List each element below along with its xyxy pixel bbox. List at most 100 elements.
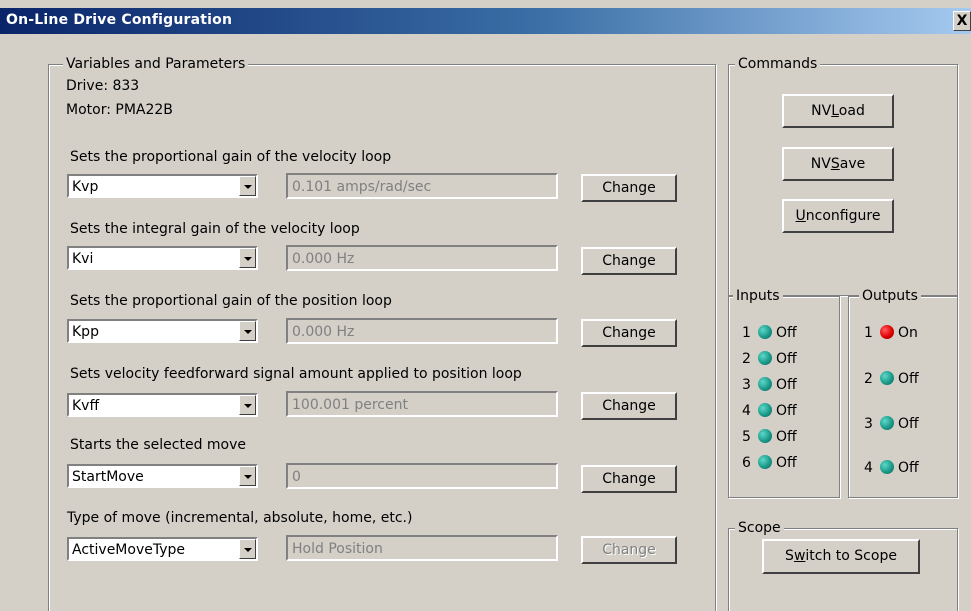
chevron-down-icon[interactable] <box>239 539 256 559</box>
param-value-text: 0.000 Hz <box>292 324 355 340</box>
window-title: On-Line Drive Configuration <box>6 12 233 28</box>
input-number: 3 <box>742 377 751 393</box>
param-value-field: Hold Position <box>286 535 558 561</box>
output-state: Off <box>898 371 919 387</box>
input-indicator: 4 Off <box>742 402 797 420</box>
variables-legend: Variables and Parameters <box>63 55 249 73</box>
param-value-text: 0.000 Hz <box>292 251 355 267</box>
input-indicator: 5 Off <box>742 428 797 446</box>
change-button-activemovetype[interactable]: Change <box>581 536 677 564</box>
param-select-value: Kpp <box>72 324 99 340</box>
param-select-kpp[interactable]: Kpp <box>67 319 258 343</box>
input-number: 6 <box>742 455 751 471</box>
led-off-icon <box>758 403 772 417</box>
param-description: Type of move (incremental, absolute, hom… <box>67 510 413 526</box>
chevron-down-icon[interactable] <box>239 466 256 486</box>
label-part: oad <box>838 103 865 119</box>
output-number: 4 <box>864 460 873 476</box>
param-select-kvp[interactable]: Kvp <box>67 174 258 198</box>
led-off-icon <box>758 429 772 443</box>
nvsave-button[interactable]: NVSave <box>782 147 894 181</box>
param-description: Sets the proportional gain of the positi… <box>70 293 392 309</box>
output-indicator: 3 Off <box>864 415 919 433</box>
output-indicator: 2 Off <box>864 370 919 388</box>
label-part: nconfigure <box>805 208 881 224</box>
input-indicator: 6 Off <box>742 454 797 472</box>
change-button-startmove[interactable]: Change <box>581 465 677 493</box>
chevron-down-icon[interactable] <box>239 248 256 268</box>
param-value-field: 100.001 percent <box>286 391 558 417</box>
output-number: 1 <box>864 325 873 341</box>
output-indicator: 1 On <box>864 324 918 342</box>
input-number: 4 <box>742 403 751 419</box>
switch-to-scope-button[interactable]: Switch to Scope <box>762 539 920 574</box>
nvload-button[interactable]: NVLoad <box>782 94 894 128</box>
param-description: Starts the selected move <box>70 437 247 453</box>
param-value-field: 0.000 Hz <box>286 318 558 344</box>
param-select-kvff[interactable]: Kvff <box>67 393 258 417</box>
led-off-icon <box>880 416 894 430</box>
outputs-legend: Outputs <box>859 287 921 305</box>
input-number: 1 <box>742 325 751 341</box>
change-button-kpp[interactable]: Change <box>581 319 677 347</box>
param-select-value: ActiveMoveType <box>72 542 186 558</box>
change-button-kvi[interactable]: Change <box>581 247 677 275</box>
led-off-icon <box>880 460 894 474</box>
label-accel: w <box>793 548 806 564</box>
param-value-field: 0 <box>286 463 558 489</box>
unconfigure-label: Unconfigure <box>784 201 892 231</box>
change-button-kvp[interactable]: Change <box>581 174 677 202</box>
led-off-icon <box>758 377 772 391</box>
input-state: Off <box>776 403 797 419</box>
commands-legend: Commands <box>735 55 821 73</box>
param-select-value: Kvi <box>72 251 94 267</box>
label-accel: U <box>795 208 806 224</box>
param-description: Sets the proportional gain of the veloci… <box>70 149 392 165</box>
drive-label: Drive: 833 <box>66 78 140 94</box>
change-label: Change <box>602 471 656 487</box>
change-label: Change <box>602 325 656 341</box>
label-part: NV <box>811 103 832 119</box>
change-label: Change <box>602 542 656 558</box>
param-select-value: Kvff <box>72 398 100 414</box>
label-part: S <box>785 548 794 564</box>
title-bar[interactable]: On-Line Drive Configuration X <box>0 8 971 34</box>
led-off-icon <box>758 351 772 365</box>
param-select-value: Kvp <box>72 179 99 195</box>
input-number: 5 <box>742 429 751 445</box>
dialog-client: Variables and Parameters Drive: 833 Moto… <box>0 34 971 611</box>
input-indicator: 1 Off <box>742 324 797 342</box>
param-description: Sets the integral gain of the velocity l… <box>70 221 360 237</box>
param-description: Sets velocity feedforward signal amount … <box>70 366 522 382</box>
output-state: On <box>898 325 918 341</box>
led-off-icon <box>758 325 772 339</box>
change-label: Change <box>602 398 656 414</box>
nvsave-label: NVSave <box>784 149 892 179</box>
param-select-value: StartMove <box>72 469 144 485</box>
param-select-activemovetype[interactable]: ActiveMoveType <box>67 537 258 561</box>
param-value-text: 0 <box>292 469 301 485</box>
input-indicator: 2 Off <box>742 350 797 368</box>
param-value-text: 0.101 amps/rad/sec <box>292 179 432 195</box>
chevron-down-icon[interactable] <box>239 321 256 341</box>
input-state: Off <box>776 455 797 471</box>
change-label: Change <box>602 253 656 269</box>
change-button-kvff[interactable]: Change <box>581 392 677 420</box>
input-state: Off <box>776 377 797 393</box>
param-value-field: 0.101 amps/rad/sec <box>286 173 558 199</box>
output-state: Off <box>898 416 919 432</box>
param-select-kvi[interactable]: Kvi <box>67 246 258 270</box>
chevron-down-icon[interactable] <box>239 395 256 415</box>
output-number: 2 <box>864 371 873 387</box>
input-state: Off <box>776 429 797 445</box>
chevron-down-icon[interactable] <box>239 176 256 196</box>
inputs-legend: Inputs <box>733 287 783 305</box>
output-indicator: 4 Off <box>864 459 919 477</box>
param-select-startmove[interactable]: StartMove <box>67 464 258 488</box>
output-state: Off <box>898 460 919 476</box>
label-part: itch to Scope <box>805 548 897 564</box>
input-state: Off <box>776 325 797 341</box>
unconfigure-button[interactable]: Unconfigure <box>782 199 894 233</box>
close-button[interactable]: X <box>953 11 971 31</box>
label-part: ave <box>839 156 866 172</box>
